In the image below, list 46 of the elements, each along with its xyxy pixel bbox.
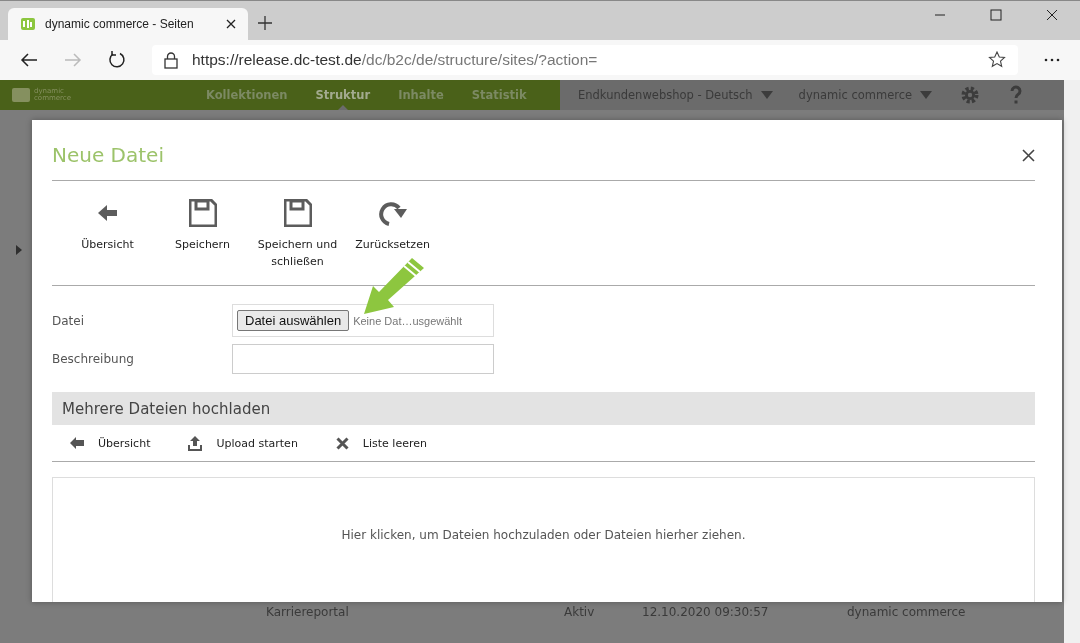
caret-icon — [920, 91, 933, 99]
section-title: Mehrere Dateien hochladen — [62, 399, 271, 418]
field-label: Datei — [52, 313, 85, 328]
star-icon[interactable] — [988, 51, 1006, 69]
redo-icon — [377, 199, 408, 227]
drop-zone[interactable]: Hier klicken, um Dateien hochzuladen oder Dateien hierher ziehen. — [52, 477, 1035, 602]
tab-title: dynamic commerce - Seiten — [45, 17, 195, 31]
arrow-left-icon — [70, 437, 84, 449]
lock-icon — [164, 51, 178, 69]
drop-zone-text: Hier klicken, um Dateien hochzuladen oder Dateien hierher ziehen. — [341, 528, 746, 544]
close-icon[interactable] — [1046, 9, 1058, 21]
upload-icon — [188, 435, 203, 451]
toolbar-button[interactable]: Speichern — [155, 181, 250, 285]
action-button[interactable]: Upload starten — [184, 435, 302, 451]
logo-icon — [12, 87, 30, 103]
dialog-title: Neue Datei — [52, 143, 164, 167]
field-label: Beschreibung — [52, 352, 135, 366]
toolbar-button[interactable]: Zurücksetzen — [345, 181, 440, 285]
input-field[interactable] — [232, 344, 494, 374]
file-field[interactable]: Datei auswählen Keine Dat…usgewählt — [232, 304, 494, 337]
close-icon[interactable] — [1022, 148, 1035, 162]
table-cell-text: Karriereportal — [266, 605, 350, 619]
close-icon[interactable] — [226, 19, 236, 29]
action-button[interactable]: Übersicht — [66, 436, 155, 450]
address-field[interactable]: https://release.dc-test.de/dc/b2c/de/structure/sites/?action= — [152, 45, 1018, 75]
browser-tab[interactable]: dynamic commerce - Seiten — [8, 8, 248, 40]
table-cell-text: 12.10.2020 09:30:57 — [642, 605, 770, 619]
refresh-icon[interactable] — [108, 51, 126, 69]
close-icon — [335, 436, 349, 450]
back-icon[interactable] — [20, 53, 38, 67]
plus-icon[interactable] — [258, 16, 272, 30]
table-cell-text: Aktiv — [564, 605, 596, 619]
scrollbar[interactable] — [1064, 80, 1080, 643]
maximize-icon[interactable] — [990, 9, 1002, 21]
toolbar-button[interactable]: Speichern und schließen — [250, 181, 345, 285]
table-cell: dynamic commerce — [847, 605, 966, 619]
toolbar-button[interactable]: Übersicht — [60, 181, 155, 285]
url-host: https://release.dc-test.de — [192, 51, 362, 68]
logo-icon — [20, 16, 36, 32]
url-path: /dc/b2c/de/structure/sites/?action= — [361, 51, 598, 68]
caret-icon — [760, 91, 773, 99]
choose-file-button[interactable]: Datei auswählen — [237, 310, 350, 331]
action-button[interactable]: Liste leeren — [331, 436, 431, 450]
more-icon[interactable] — [1044, 58, 1060, 62]
file-status: Keine Dat…usgewählt — [353, 314, 462, 327]
caret-icon — [16, 245, 22, 255]
